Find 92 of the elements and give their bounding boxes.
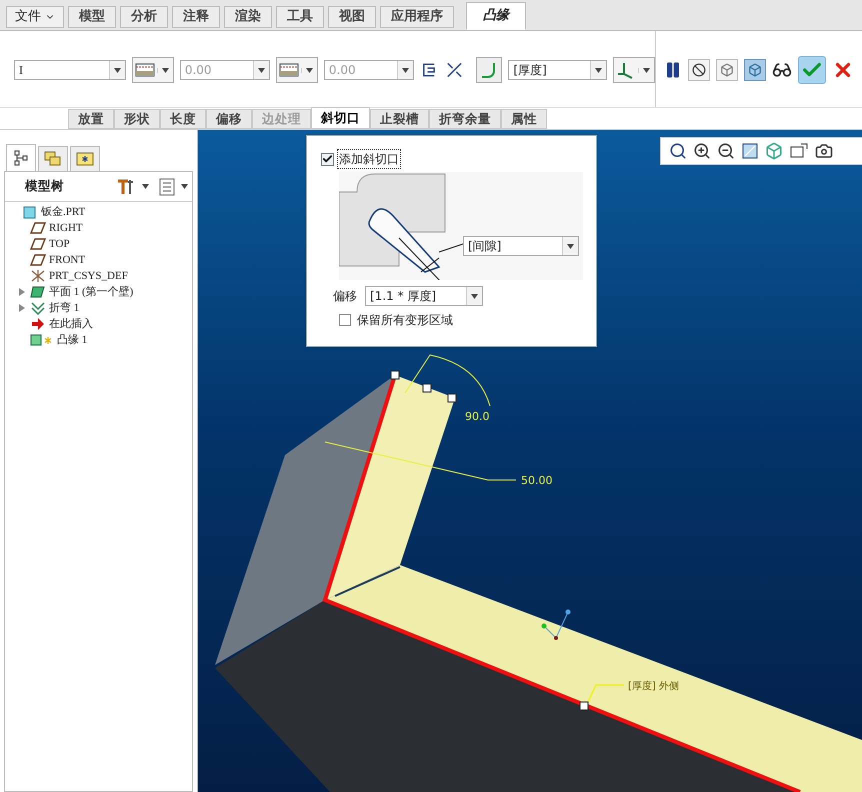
ribbon-tab[interactable]: 视图 bbox=[328, 6, 376, 28]
dropdown-caret-icon bbox=[594, 68, 602, 72]
zoom-out-icon[interactable] bbox=[717, 142, 735, 160]
panel-tab[interactable]: 属性 bbox=[501, 109, 547, 129]
dropdown-caret-icon bbox=[162, 68, 169, 72]
file-menu[interactable]: 文件 bbox=[6, 6, 64, 28]
panel-tab[interactable]: 斜切口 bbox=[311, 107, 370, 129]
checkbox-label[interactable]: 保留所有变形区域 bbox=[357, 311, 453, 329]
dropdown-value: [厚度] bbox=[512, 62, 548, 79]
panel-tab[interactable]: 偏移 bbox=[206, 109, 252, 129]
checkbox[interactable] bbox=[321, 152, 334, 166]
pause-icon[interactable] bbox=[664, 61, 682, 79]
leader-line bbox=[439, 242, 463, 254]
ribbon-tab[interactable]: 分析 bbox=[120, 6, 168, 28]
dropdown-caret-icon bbox=[642, 68, 650, 72]
dropdown-field[interactable]: [1.1 * 厚度] bbox=[365, 286, 483, 306]
tree-item[interactable]: FRONT bbox=[49, 252, 86, 268]
flip-arrows-icon[interactable] bbox=[444, 60, 464, 80]
length-label: 50.00 bbox=[521, 474, 552, 487]
wall-icon bbox=[30, 285, 46, 299]
triad-icon bbox=[542, 610, 570, 640]
ribbon-tab[interactable]: 注释 bbox=[172, 6, 220, 28]
ribbon-tab[interactable]: 工具 bbox=[276, 6, 324, 28]
tree-item[interactable]: 凸缘 1 bbox=[57, 332, 88, 348]
ribbon-tab[interactable]: 应用程序 bbox=[380, 6, 454, 28]
drag-handle[interactable] bbox=[580, 702, 588, 710]
dropdown-field[interactable]: [厚度] bbox=[508, 60, 607, 80]
tree-item[interactable]: 钣金.PRT bbox=[41, 204, 86, 220]
list-settings-icon[interactable] bbox=[159, 178, 175, 196]
layers-tab-icon[interactable] bbox=[38, 146, 68, 172]
offset-label: 偏移 bbox=[333, 288, 357, 305]
checkbox-label[interactable]: 添加斜切口 bbox=[337, 149, 401, 169]
ribbon-tab[interactable]: 模型 bbox=[68, 6, 116, 28]
plane-icon bbox=[30, 221, 46, 235]
checkbox[interactable] bbox=[339, 314, 351, 326]
expand-arrow-icon[interactable] bbox=[19, 304, 25, 312]
angle-label: 90.0 bbox=[465, 410, 490, 423]
side-label: [厚度] 外侧 bbox=[628, 681, 679, 692]
tree-item[interactable]: PRT_CSYS_DEF bbox=[49, 268, 128, 284]
bend-icon bbox=[30, 301, 46, 315]
bend-side-button[interactable] bbox=[612, 57, 655, 83]
dropdown-caret-icon bbox=[402, 68, 409, 72]
camera-icon[interactable] bbox=[815, 142, 833, 160]
arrow-icon bbox=[30, 317, 46, 331]
panel-tab[interactable]: 折弯余量 bbox=[429, 109, 501, 129]
panel-title: 模型树 bbox=[25, 177, 65, 196]
repaint-icon[interactable] bbox=[741, 142, 759, 160]
coordinate-system-icon bbox=[30, 269, 46, 283]
tools-icon[interactable] bbox=[116, 178, 136, 196]
dropdown-field[interactable]: I bbox=[14, 60, 126, 80]
drag-handle[interactable] bbox=[390, 370, 400, 380]
folder-tab-icon[interactable] bbox=[70, 146, 100, 172]
dropdown-value: 0.00 bbox=[184, 62, 213, 79]
cube-icon bbox=[22, 205, 38, 219]
dropdown-caret-icon bbox=[306, 68, 313, 72]
dropdown-field[interactable]: [间隙] bbox=[463, 236, 579, 256]
bend-edge bbox=[334, 566, 400, 597]
panel-tab[interactable]: 放置 bbox=[68, 109, 114, 129]
bend-radius-button[interactable] bbox=[476, 57, 502, 83]
panel-tab[interactable]: 止裂槽 bbox=[370, 109, 429, 129]
dropdown-value: [间隙] bbox=[467, 238, 502, 255]
plane-icon bbox=[30, 237, 46, 251]
ribbon-tab[interactable]: 凸缘 bbox=[466, 2, 526, 30]
tree-item[interactable]: 在此插入 bbox=[49, 316, 93, 332]
cube-icon[interactable] bbox=[765, 142, 783, 160]
search-icon[interactable] bbox=[669, 142, 687, 160]
panel-tab[interactable]: 形状 bbox=[114, 109, 160, 129]
tree-item[interactable]: 折弯 1 bbox=[49, 300, 80, 316]
dropdown-value: 0.00 bbox=[328, 62, 357, 79]
plane-icon bbox=[30, 253, 46, 267]
dropdown-caret-icon bbox=[142, 184, 149, 189]
tree-item[interactable]: 平面 1 (第一个壁) bbox=[49, 284, 134, 300]
expand-arrow-icon[interactable] bbox=[19, 288, 25, 296]
width-type-button[interactable] bbox=[132, 57, 174, 83]
zoom-in-icon[interactable] bbox=[693, 142, 711, 160]
panel-tab[interactable]: 长度 bbox=[160, 109, 206, 129]
tree-item[interactable]: RIGHT bbox=[49, 220, 83, 236]
ribbon-tab[interactable]: 渲染 bbox=[224, 6, 272, 28]
dropdown-caret-icon bbox=[258, 68, 265, 72]
length-type-button[interactable] bbox=[276, 57, 318, 83]
dropdown-value: [1.1 * 厚度] bbox=[369, 288, 438, 305]
dropdown-caret-icon bbox=[471, 294, 478, 298]
dropdown-value: I bbox=[18, 62, 24, 79]
flange-icon bbox=[30, 333, 54, 347]
drag-handle[interactable] bbox=[448, 394, 456, 402]
tree-item[interactable]: TOP bbox=[49, 236, 70, 252]
dropdown-caret-icon bbox=[181, 184, 188, 189]
no-entry-icon[interactable] bbox=[688, 59, 710, 81]
tree-tab-icon[interactable] bbox=[6, 144, 36, 172]
dropdown-caret-icon bbox=[567, 244, 574, 248]
dropdown-caret-icon bbox=[114, 68, 121, 72]
drag-handle[interactable] bbox=[422, 384, 432, 392]
